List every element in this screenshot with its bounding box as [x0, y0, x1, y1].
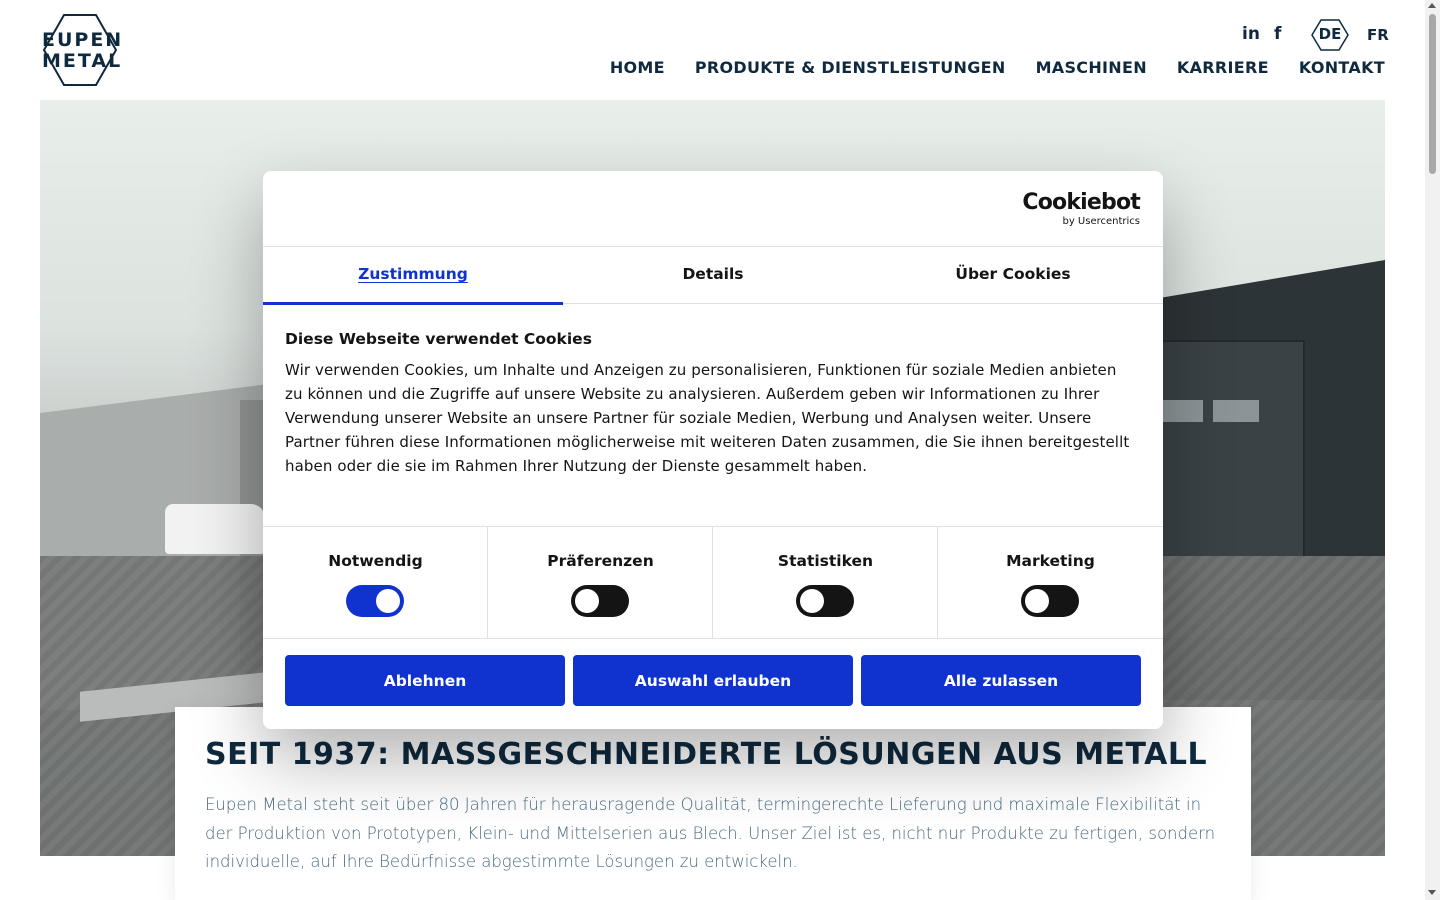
scroll-down-icon[interactable]: [1428, 890, 1436, 895]
toggle-knob: [575, 589, 599, 613]
consent-statistiken: Statistiken: [713, 527, 938, 639]
dialog-body: Diese Webseite verwendet Cookies Wir ver…: [285, 328, 1135, 478]
toggle-marketing[interactable]: [1021, 585, 1079, 617]
consent-notwendig: Notwendig: [263, 527, 488, 639]
lang-de-label: DE: [1318, 25, 1342, 43]
dialog-tabs: Zustimmung Details Über Cookies: [263, 247, 1163, 305]
intro-section: SEIT 1937: MASSGESCHNEIDERTE LÖSUNGEN AU…: [175, 707, 1251, 900]
cookie-heading: Diese Webseite verwendet Cookies: [285, 330, 592, 348]
consent-label: Notwendig: [328, 552, 423, 570]
tab-ueber-cookies[interactable]: Über Cookies: [863, 247, 1163, 304]
toggle-praeferenzen[interactable]: [571, 585, 629, 617]
company-van: [165, 504, 265, 554]
language-switcher: DE FR: [1311, 19, 1389, 51]
main-nav: HOME PRODUKTE & DIENSTLEISTUNGEN MASCHIN…: [610, 58, 1385, 77]
consent-label: Marketing: [1006, 552, 1095, 570]
logo-line-2: METAL: [42, 50, 123, 72]
tab-details[interactable]: Details: [563, 247, 863, 304]
logo-line-1: EUPEN: [42, 29, 124, 51]
lang-fr[interactable]: FR: [1367, 26, 1389, 44]
site-header: EUPEN METAL in f DE FR HOME PRODUKTE & D…: [0, 0, 1440, 100]
cookiebot-sub: by Usercentrics: [1062, 216, 1140, 227]
nav-kontakt[interactable]: KONTAKT: [1299, 58, 1385, 77]
intro-title: SEIT 1937: MASSGESCHNEIDERTE LÖSUNGEN AU…: [205, 737, 1208, 772]
toggle-knob: [1025, 589, 1049, 613]
consent-categories: Notwendig Präferenzen Statistiken Market…: [263, 526, 1163, 639]
page-scrollbar[interactable]: [1425, 0, 1440, 900]
toggle-knob: [800, 589, 824, 613]
consent-praeferenzen: Präferenzen: [488, 527, 713, 639]
cookiebot-logo: Cookiebot by Usercentrics: [1022, 190, 1140, 228]
cookie-text: Wir verwenden Cookies, um Inhalte und An…: [285, 361, 1130, 475]
linkedin-icon[interactable]: in: [1242, 24, 1260, 44]
allow-selection-button[interactable]: Auswahl erlauben: [573, 655, 853, 706]
eupen-metal-logo[interactable]: EUPEN METAL: [42, 13, 124, 87]
door-window: [1157, 400, 1203, 422]
consent-label: Statistiken: [777, 552, 874, 570]
consent-label: Präferenzen: [547, 552, 654, 570]
toggle-notwendig[interactable]: [346, 585, 404, 617]
nav-maschinen[interactable]: MASCHINEN: [1036, 58, 1147, 77]
consent-marketing: Marketing: [938, 527, 1163, 639]
nav-produkte[interactable]: PRODUKTE & DIENSTLEISTUNGEN: [695, 58, 1006, 77]
toggle-knob: [376, 589, 400, 613]
facebook-icon[interactable]: f: [1274, 24, 1281, 44]
door-window: [1213, 400, 1259, 422]
dialog-buttons: Ablehnen Auswahl erlauben Alle zulassen: [285, 655, 1141, 706]
lang-de[interactable]: DE: [1311, 19, 1349, 51]
reject-button[interactable]: Ablehnen: [285, 655, 565, 706]
nav-karriere[interactable]: KARRIERE: [1177, 58, 1269, 77]
dialog-header: Cookiebot by Usercentrics: [263, 171, 1163, 247]
cookie-consent-dialog: Cookiebot by Usercentrics Zustimmung Det…: [263, 171, 1163, 729]
social-links: in f: [1242, 24, 1281, 44]
scroll-up-icon[interactable]: [1428, 3, 1436, 8]
allow-all-button[interactable]: Alle zulassen: [861, 655, 1141, 706]
intro-text: Eupen Metal steht seit über 80 Jahren fü…: [205, 795, 1216, 871]
cookiebot-name: Cookiebot: [1022, 190, 1140, 215]
tab-zustimmung[interactable]: Zustimmung: [263, 247, 563, 305]
toggle-statistiken[interactable]: [796, 585, 854, 617]
scrollbar-thumb[interactable]: [1429, 14, 1436, 174]
nav-home[interactable]: HOME: [610, 58, 665, 77]
